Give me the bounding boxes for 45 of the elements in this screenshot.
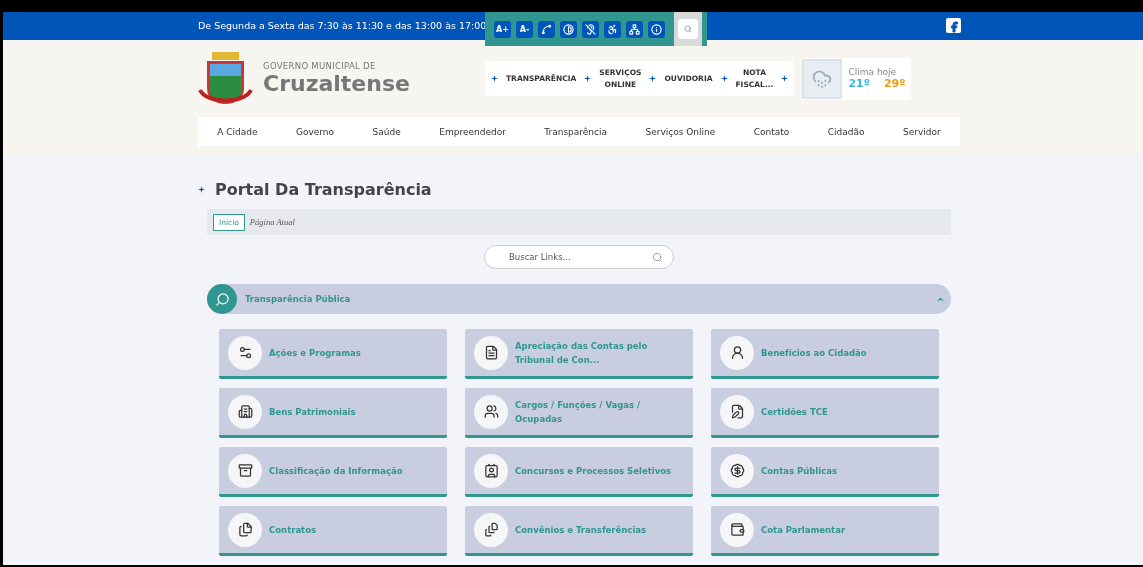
max-temperature: 29º <box>883 77 906 90</box>
city-name[interactable]: Cruzaltense <box>263 71 485 96</box>
nav-link[interactable]: Governo <box>296 126 335 137</box>
nav-link[interactable]: Serviços Online <box>645 126 716 137</box>
wallet-icon <box>720 512 754 547</box>
files-icon <box>228 512 262 547</box>
info-icon <box>651 23 662 35</box>
font-size-button[interactable]: A+ <box>494 20 511 38</box>
person-icon <box>720 335 754 370</box>
government-label: GOVERNO MUNICIPAL DE <box>263 61 377 71</box>
contact-card-icon <box>474 453 508 488</box>
font-size-button[interactable]: A- <box>516 20 533 38</box>
search-field[interactable]: Buscar Links... <box>484 245 674 269</box>
document-edit-icon <box>720 394 754 429</box>
breadcrumb-current: Página Atual <box>249 217 295 227</box>
wheelchair-icon <box>607 23 618 35</box>
search-icon <box>652 251 663 263</box>
nav-link[interactable]: Saúde <box>372 126 401 137</box>
ear-off-icon <box>585 23 596 35</box>
magnifier-icon <box>207 284 237 314</box>
money-badge-icon <box>720 453 754 488</box>
wheelchair-button[interactable] <box>604 20 621 38</box>
sitemap-icon <box>629 23 640 35</box>
contrast-icon <box>563 23 574 35</box>
nav-link[interactable]: Contato <box>753 126 790 137</box>
nav-link[interactable]: Cidadão <box>827 126 865 137</box>
nav-link[interactable]: Empreendedor <box>439 126 506 137</box>
document-icon <box>474 335 508 370</box>
sitemap-button[interactable] <box>626 20 643 38</box>
facebook-icon[interactable] <box>946 18 961 33</box>
search-icon <box>684 25 692 33</box>
nav-link[interactable]: Transparência <box>544 126 608 137</box>
info-button[interactable] <box>648 20 665 38</box>
weather-title: Clima hoje <box>848 67 898 77</box>
min-temperature: 21º <box>848 77 870 90</box>
rain-cloud-icon <box>802 58 843 99</box>
contrast-button[interactable] <box>560 20 577 38</box>
nav-link[interactable]: Servidor <box>903 126 941 137</box>
people-icon <box>474 394 508 429</box>
nav-link[interactable]: A Cidade <box>217 126 258 137</box>
page-title: Portal Da Transparência <box>215 180 432 199</box>
building-icon <box>228 394 262 429</box>
file-stack-icon <box>474 512 508 547</box>
ear-off-button[interactable] <box>582 20 599 38</box>
archive-icon <box>228 453 262 488</box>
